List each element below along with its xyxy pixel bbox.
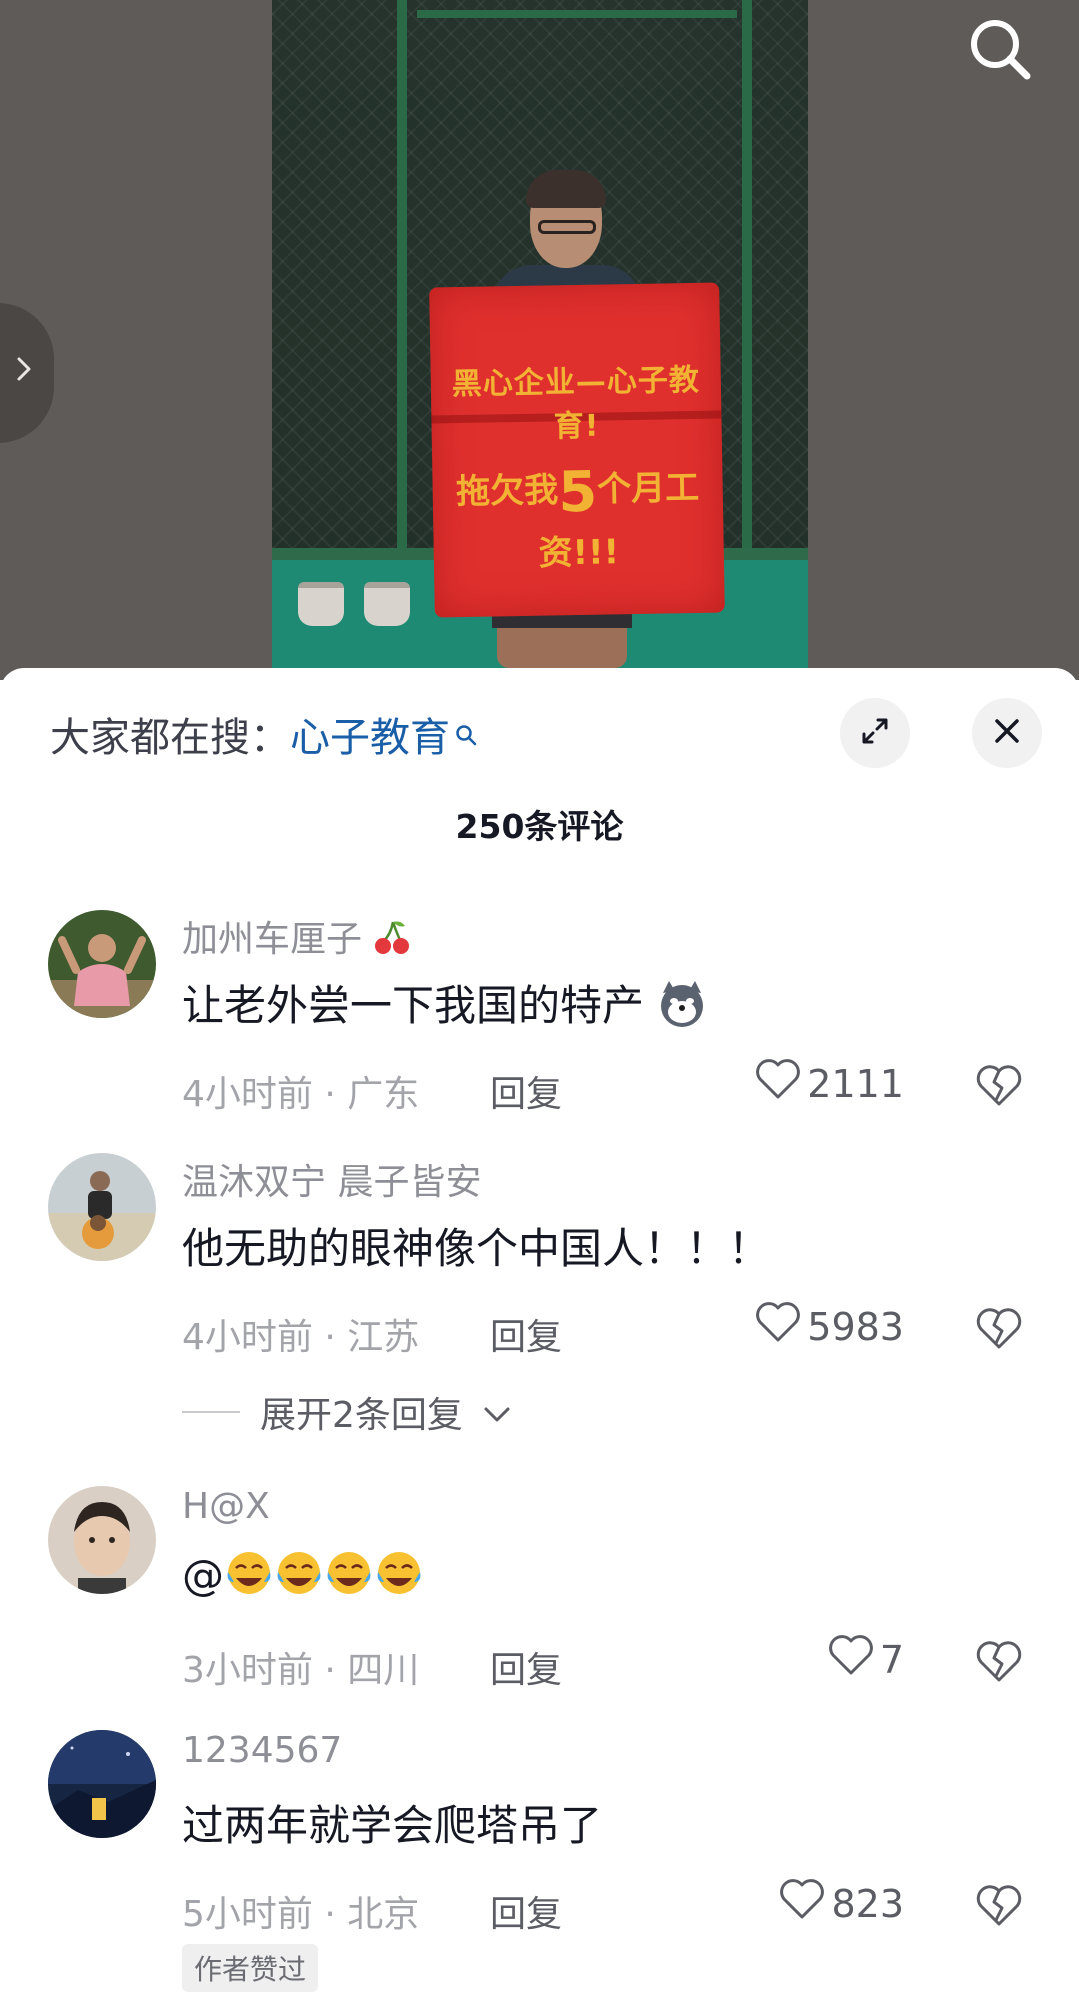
broken-heart-icon	[974, 1065, 1024, 1112]
comment-text: 让老外尝一下我国的特产	[182, 972, 707, 1039]
banner-line-1: 黑心企业—心子教育!	[451, 362, 701, 445]
comment-text: @	[182, 1548, 424, 1608]
person-glasses	[538, 220, 596, 234]
comment-author[interactable]: 温沐双宁 晨子皆安	[182, 1153, 481, 1205]
comment-author[interactable]: 1234567	[182, 1730, 342, 1771]
heart-icon	[755, 1301, 801, 1352]
laughing-crying-emoji-icon	[274, 1548, 324, 1608]
comment-text: 过两年就学会爬塔吊了	[182, 1801, 603, 1850]
video-frame[interactable]: 黑心企业—心子教育! 拖欠我5个月工资!!!	[272, 0, 808, 668]
expand-icon	[858, 714, 892, 752]
laughing-crying-emoji-icon	[374, 1548, 424, 1608]
protest-banner: 黑心企业—心子教育! 拖欠我5个月工资!!!	[429, 282, 725, 618]
like-count: 823	[831, 1881, 904, 1926]
trending-search[interactable]: 大家都在搜：心子教育	[50, 705, 478, 763]
comment-author[interactable]: H@X	[182, 1486, 270, 1527]
divider	[182, 1411, 240, 1413]
doge-emoji-icon	[657, 979, 707, 1039]
reply-button[interactable]: 回复	[490, 1065, 562, 1117]
avatar[interactable]	[48, 1730, 156, 1838]
heart-icon	[779, 1878, 825, 1929]
comment-meta: 4小时前 · 江苏	[182, 1317, 420, 1358]
like-button[interactable]: 7	[828, 1634, 904, 1685]
expand-replies-label: 展开2条回复	[260, 1395, 463, 1436]
like-count: 7	[879, 1637, 904, 1682]
trending-search-prefix: 大家都在搜：	[50, 715, 290, 761]
broken-heart-icon	[974, 1885, 1024, 1932]
search-icon[interactable]	[965, 14, 1035, 84]
person-hair	[526, 170, 606, 208]
comment-count: 250条评论	[455, 807, 624, 846]
heart-icon	[828, 1634, 874, 1685]
cherry-icon	[373, 918, 411, 965]
flower-pot	[364, 582, 410, 626]
dislike-button[interactable]	[974, 1062, 1024, 1108]
comment-text: 他无助的眼神像个中国人！！！	[182, 1224, 771, 1273]
like-count: 2111	[807, 1061, 904, 1106]
banner-line-2: 拖欠我5个月工资!!!	[455, 459, 700, 574]
flower-pot	[298, 582, 344, 626]
fullscreen-button[interactable]	[840, 698, 910, 768]
heart-icon	[755, 1058, 801, 1109]
expand-replies-button[interactable]: 展开2条回复	[182, 1386, 511, 1438]
avatar[interactable]	[48, 910, 156, 1018]
video-player[interactable]: 黑心企业—心子教育! 拖欠我5个月工资!!!	[0, 0, 1079, 680]
like-button[interactable]: 5983	[755, 1301, 904, 1352]
avatar[interactable]	[48, 1486, 156, 1594]
comment-meta: 5小时前 · 北京	[182, 1894, 420, 1935]
laughing-crying-emoji-icon	[224, 1548, 274, 1608]
chevron-right-icon[interactable]	[16, 356, 32, 388]
laughing-crying-emoji-icon	[324, 1548, 374, 1608]
comment-sheet: 大家都在搜：心子教育 250条评论 加州车厘子 让老外尝一下我国的特产 4小时前…	[0, 668, 1079, 1992]
chevron-down-icon	[483, 1392, 511, 1433]
reply-button[interactable]: 回复	[490, 1885, 562, 1937]
search-small-icon	[454, 711, 478, 757]
comment-author[interactable]: 加州车厘子	[182, 910, 411, 965]
dislike-button[interactable]	[974, 1882, 1024, 1928]
dislike-button[interactable]	[974, 1305, 1024, 1351]
broken-heart-icon	[974, 1641, 1024, 1688]
avatar[interactable]	[48, 1153, 156, 1261]
reply-button[interactable]: 回复	[490, 1641, 562, 1693]
like-button[interactable]: 2111	[755, 1058, 904, 1109]
trending-search-keyword[interactable]: 心子教育	[290, 715, 450, 761]
close-button[interactable]	[972, 698, 1042, 768]
like-button[interactable]: 823	[779, 1878, 904, 1929]
reply-button[interactable]: 回复	[490, 1308, 562, 1360]
author-liked-badge: 作者赞过	[182, 1944, 319, 1992]
close-icon	[992, 716, 1022, 750]
dislike-button[interactable]	[974, 1638, 1024, 1684]
comment-meta: 4小时前 · 广东	[182, 1074, 420, 1115]
like-count: 5983	[807, 1304, 904, 1349]
broken-heart-icon	[974, 1308, 1024, 1355]
comment-meta: 3小时前 · 四川	[182, 1650, 420, 1691]
